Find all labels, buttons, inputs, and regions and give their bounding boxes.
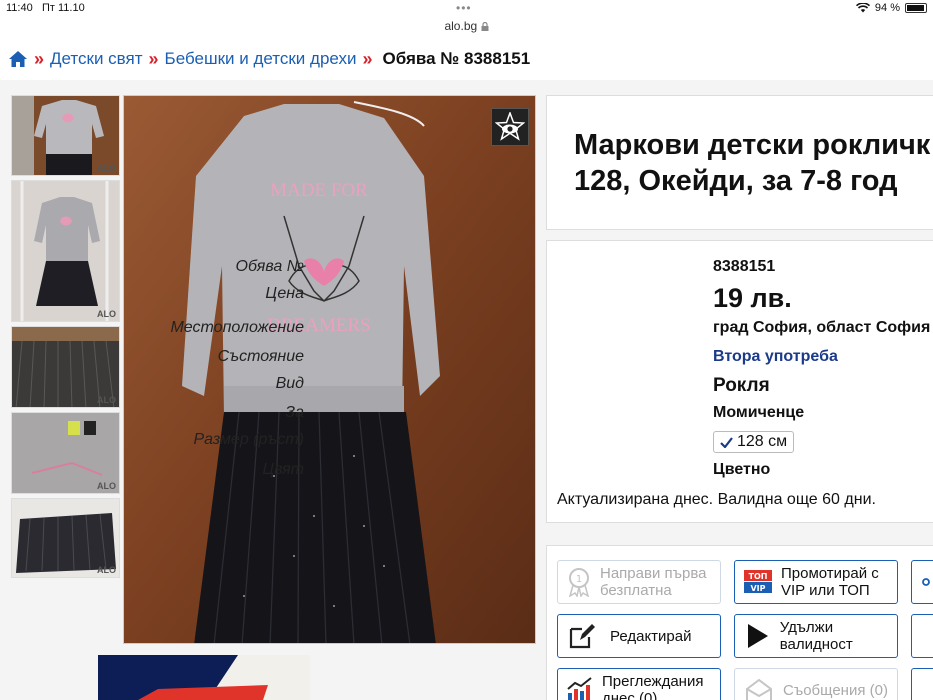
edit-label: Редактирай [610,627,692,645]
promote-badge-vip: VIP [750,584,765,593]
breadcrumb-current: Обява № 8388151 [382,49,531,68]
home-icon[interactable] [8,50,28,68]
checkmark-icon [720,436,733,448]
multitask-dots-icon[interactable]: ••• [456,1,472,15]
promote-label: Промотирай с VIP или ТОП [781,565,879,599]
thumbnail-watermark: ALO [97,163,116,173]
detail-label: Състояние [217,348,304,365]
share-button[interactable] [911,560,933,604]
listing-title-line-1: Маркови детски рокличк [574,129,931,161]
listing-title-box: Маркови детски рокличк 128, Окейди, за 7… [546,95,933,230]
detail-value: Рокля [713,375,770,396]
detail-value: 128 см [713,431,795,453]
status-bar: 11:40 Пт 11.10 ••• 94 % [0,0,933,16]
detail-label: Цвят [262,461,304,478]
listing-title-line-2: 128, Окейди, за 7-8 год [574,165,898,197]
thumbnail-1[interactable]: ALO [11,95,120,176]
breadcrumb-link-kids-clothes[interactable]: Бебешки и детски дрехи [165,49,357,69]
condition-link[interactable]: Втора употреба [713,348,838,366]
detail-value: град София, област София [713,319,931,336]
battery-percent: 94 % [874,2,900,14]
breadcrumb-separator: » [148,48,159,69]
wifi-icon [855,3,870,13]
url-text: alo.bg [444,19,478,33]
main-photo[interactable]: MADE FOR DREAMERS [123,95,536,644]
size-tag: 128 см [713,431,795,453]
make-first-free-button[interactable]: 1 Направи първа безплатна [557,560,721,604]
views-label: Преглеждания днес (0) [602,673,704,700]
favorite-eye-button[interactable] [491,108,529,146]
thumbnail-2[interactable]: ALO [11,180,120,322]
more-button[interactable] [911,614,933,658]
star-eye-icon [495,112,525,141]
detail-label: Размер (ръст) [193,431,304,448]
detail-label: Местоположение [170,319,304,336]
medal-icon: 1 [566,567,592,597]
thumbnail-4[interactable]: ALO [11,412,120,494]
thumbnail-watermark: ALO [97,565,116,575]
detail-label: Вид [275,375,304,392]
share-icon [916,567,933,597]
top-vip-icon: ТОП VIP [743,567,773,597]
thumbnail-strip: ALO ALO ALO ALO ALO [11,95,120,582]
play-icon [743,621,772,651]
thumbnail-5[interactable]: ALO [11,498,120,578]
messages-button[interactable]: Съобщения (0) [734,668,898,700]
edit-button[interactable]: Редактирай [557,614,721,658]
detail-value: Цветно [713,461,771,478]
promote-badge-top: ТОП [749,572,768,581]
promote-button[interactable]: ТОП VIP Промотирай с VIP или ТОП [734,560,898,604]
breadcrumb-separator: » [34,48,45,69]
detail-value: Момиченце [713,404,805,421]
breadcrumb: » Детски свят » Бебешки и детски дрехи »… [0,38,933,80]
detail-label: Цена [265,285,304,302]
make-first-free-label: Направи първа безплатна [600,565,707,599]
extend-validity-label: Удължи валидност [779,619,853,653]
messages-label: Съобщения (0) [783,681,888,699]
thumbnail-3[interactable]: ALO [11,326,120,408]
advertisement-banner[interactable] [98,655,310,700]
updated-note: Актуализирана днес. Валидна още 60 дни. [557,491,876,508]
breadcrumb-link-kids-world[interactable]: Детски свят [50,49,143,69]
status-time: 11:40 [6,2,33,14]
thumbnail-watermark: ALO [97,309,116,319]
chart-icon [566,675,594,700]
owner-actions: 1 Направи първа безплатна ТОП VIP Промот… [546,545,933,700]
svg-text:1: 1 [576,574,582,585]
thumbnail-watermark: ALO [97,395,116,405]
lock-icon [481,21,489,31]
detail-label: Обява № [235,258,304,275]
detail-value: 8388151 [713,258,776,275]
battery-icon [905,3,927,13]
price-value: 19 лв. [713,283,792,313]
size-value: 128 см [737,433,788,450]
listing-title: Маркови детски рокличк 128, Окейди, за 7… [574,127,930,199]
extend-validity-button[interactable]: Удължи валидност [734,614,898,658]
url-bar[interactable]: alo.bg [0,16,933,38]
thumbnail-watermark: ALO [97,481,116,491]
print-text-top: MADE FOR [270,180,368,201]
edit-icon [566,621,598,651]
envelope-icon [743,675,775,700]
more-button-2[interactable] [911,668,933,700]
listing-details: Обява № 8388151 Цена 19 лв. Местоположен… [170,240,933,523]
breadcrumb-separator: » [362,48,373,69]
views-button[interactable]: Преглеждания днес (0) [557,668,721,700]
status-right: 94 % [855,2,927,14]
status-date: Пт 11.10 [42,2,85,14]
detail-label: За [285,404,304,421]
